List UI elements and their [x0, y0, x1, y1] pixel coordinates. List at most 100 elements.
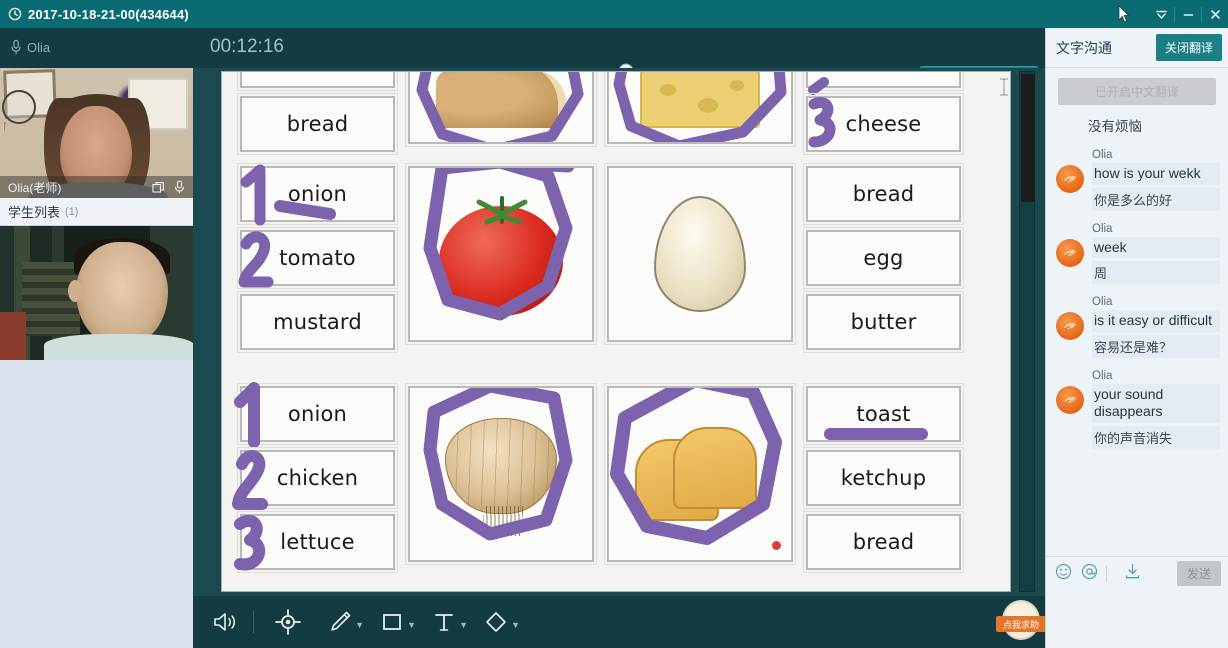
chevron-down-icon[interactable]: ▼ — [459, 620, 468, 630]
image-box-bread[interactable] — [405, 72, 597, 147]
avatar[interactable] — [1056, 312, 1084, 340]
word-box[interactable]: bread — [803, 511, 964, 573]
worksheet-row: onion chicken lettuce toast ketchup brea… — [232, 382, 994, 591]
word-box[interactable]: cheese — [803, 93, 964, 155]
microphone-icon[interactable] — [174, 180, 185, 194]
download-icon[interactable] — [1124, 563, 1141, 585]
tomato-stem — [476, 196, 528, 225]
student-list-count: (1) — [65, 205, 79, 218]
student-face — [76, 242, 168, 346]
word-box[interactable]: lettuce — [234, 511, 398, 573]
word-box[interactable]: egg — [803, 227, 964, 289]
image-box-cheese[interactable] — [604, 72, 796, 147]
feathers-decor — [4, 122, 44, 152]
red-panel-decor — [0, 312, 26, 360]
chat-title: 文字沟通 — [1056, 39, 1112, 56]
word-label: chicken — [276, 466, 359, 490]
whiteboard-area[interactable]: bread cheese onion tomato mustard bread … — [193, 68, 1045, 596]
annotation-number-1 — [234, 382, 260, 448]
worksheet-canvas[interactable]: bread cheese onion tomato mustard bread … — [221, 71, 1011, 592]
teacher-name: Olia(老师) — [8, 180, 62, 195]
chat-header: 文字沟通 关闭翻译 — [1046, 28, 1228, 68]
chat-panel: 文字沟通 关闭翻译 已开启中文翻译 没有烦恼 Olia how is your … — [1045, 28, 1228, 648]
text-tool-icon[interactable]: ▼ — [418, 602, 470, 642]
word-box[interactable]: tomato — [237, 227, 398, 289]
close-icon[interactable] — [1202, 0, 1228, 28]
word-label: onion — [287, 182, 348, 206]
word-box[interactable]: chicken — [232, 447, 398, 510]
rectangle-icon[interactable]: ▼ — [366, 602, 418, 642]
word-box[interactable]: bread — [237, 93, 398, 155]
bird-avatar-icon — [1064, 323, 1076, 330]
word-box[interactable]: bread — [803, 163, 964, 225]
word-box-partial[interactable] — [237, 72, 398, 91]
windows-restore-icon[interactable] — [152, 181, 165, 194]
word-box[interactable]: ketchup — [803, 447, 964, 509]
image-box-egg[interactable] — [604, 163, 796, 345]
annotation-number-3 — [808, 97, 836, 148]
onion-stripes — [445, 418, 557, 514]
bird-avatar-icon — [1064, 249, 1076, 256]
whiteboard-classroom-app: 2017-10-18-21-00(434644) Olia 00:12:16 O… — [0, 0, 1228, 648]
minimize-icon[interactable] — [1175, 0, 1201, 28]
cheese-block-picture — [640, 72, 760, 128]
word-column-right: toast ketchup bread — [803, 383, 964, 573]
toggle-translation-button[interactable]: 关闭翻译 — [1155, 34, 1222, 61]
window-controls — [1148, 0, 1228, 28]
mouse-cursor — [1118, 5, 1130, 23]
avatar[interactable] — [1056, 385, 1084, 414]
annotation-number-2 — [232, 450, 268, 510]
dropdown-icon[interactable] — [1148, 0, 1174, 28]
word-box[interactable]: onion — [237, 163, 398, 226]
avatar[interactable] — [1056, 165, 1084, 193]
teacher-video-tile[interactable]: Olia(老师) — [0, 68, 193, 198]
microphone-icon — [11, 39, 21, 55]
image-box-toast[interactable] — [604, 383, 796, 565]
drawing-toolbar: ▼ ▼ ▼ ▼ — [193, 596, 1045, 648]
student-video-tile[interactable] — [0, 226, 193, 360]
image-box-tomato[interactable] — [405, 163, 597, 345]
scrollbar-thumb[interactable] — [1021, 74, 1035, 202]
chevron-down-icon[interactable]: ▼ — [511, 620, 520, 630]
toast-slice-front — [673, 427, 757, 509]
text-cursor-icon — [1000, 78, 1008, 96]
teacher-caption-bar: Olia(老师) — [0, 176, 193, 198]
image-box-onion[interactable] — [405, 383, 597, 565]
laser-pointer-icon[interactable] — [262, 602, 314, 642]
toast-picture — [635, 421, 765, 527]
word-label: onion — [287, 402, 348, 426]
chat-message: Olia week 周 — [1054, 222, 1220, 284]
volume-icon[interactable] — [205, 602, 245, 642]
message-text-en: your sound disappears — [1092, 383, 1220, 423]
emoji-icon[interactable] — [1055, 563, 1072, 585]
word-label: bread — [852, 182, 915, 206]
word-label: mustard — [273, 310, 362, 334]
at-mention-icon[interactable] — [1081, 563, 1098, 585]
chat-message: Olia your sound disappears 你的声音消失 — [1054, 370, 1220, 449]
send-button[interactable]: 发送 — [1176, 561, 1221, 586]
word-box[interactable]: toast — [803, 383, 964, 445]
chevron-down-icon[interactable]: ▼ — [407, 620, 416, 630]
student-list-header[interactable]: 学生列表 (1) — [0, 198, 193, 226]
clock-icon — [8, 7, 22, 21]
speaker-name: Olia — [27, 39, 51, 55]
whiteboard-scrollbar[interactable] — [1019, 71, 1035, 592]
bird-avatar-icon — [1064, 176, 1076, 183]
egg-picture — [654, 196, 746, 312]
word-box[interactable]: butter — [803, 291, 964, 353]
bread-loaf-picture — [436, 72, 566, 128]
window-title: 2017-10-18-21-00(434644) — [28, 6, 189, 22]
message-sender: Olia — [1092, 369, 1113, 382]
avatar[interactable] — [1056, 238, 1084, 267]
chat-message-list[interactable]: 已开启中文翻译 没有烦恼 Olia how is your wekk 你是多么的… — [1046, 68, 1228, 558]
message-sender: Olia — [1092, 222, 1113, 235]
student-list-label: 学生列表 — [8, 205, 61, 220]
word-box-partial[interactable] — [803, 72, 964, 95]
help-mascot-button[interactable]: 点我求助 — [996, 598, 1046, 648]
pencil-icon[interactable]: ▼ — [314, 602, 366, 642]
word-box[interactable]: onion — [234, 382, 398, 448]
eraser-icon[interactable]: ▼ — [470, 602, 522, 642]
word-box[interactable]: mustard — [237, 291, 398, 353]
chevron-down-icon[interactable]: ▼ — [355, 620, 364, 630]
worksheet-row: bread cheese — [237, 72, 994, 155]
